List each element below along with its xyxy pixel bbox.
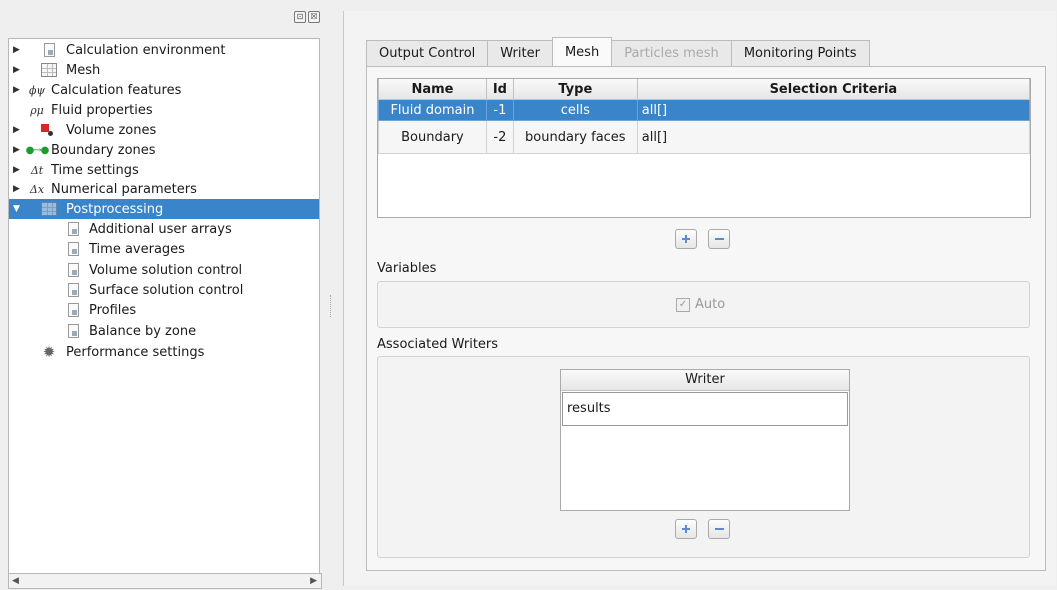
- tree-item-label: Balance by zone: [89, 323, 197, 339]
- tree-item-boundary-zones[interactable]: ▶ ●→● Boundary zones: [9, 140, 319, 160]
- expand-arrow-icon[interactable]: ▶: [13, 184, 23, 194]
- cell-type[interactable]: boundary faces: [512, 120, 638, 154]
- dock-title-buttons: ⊡ ☒: [294, 11, 320, 23]
- tree-item-label: Mesh: [66, 62, 101, 78]
- tree-horizontal-scrollbar[interactable]: ◀ ▶: [8, 573, 322, 589]
- tree-item-label: Time settings: [51, 162, 139, 178]
- delta-t-icon: Δt: [30, 163, 44, 177]
- document-icon: [65, 282, 81, 298]
- remove-writer-button[interactable]: [708, 519, 730, 539]
- checkbox-check-icon: ✓: [676, 297, 690, 312]
- volume-zones-icon: [39, 122, 55, 138]
- associated-writers-label: Associated Writers: [377, 337, 499, 352]
- postprocessing-icon: [41, 201, 57, 217]
- splitter-handle[interactable]: [330, 295, 333, 317]
- tree-item-surface-solution-control[interactable]: Surface solution control: [9, 280, 319, 300]
- document-icon: [65, 302, 81, 318]
- dock-float-button[interactable]: ⊡: [294, 11, 306, 23]
- tree-item-numerical-parameters[interactable]: ▶ Δx Numerical parameters: [9, 179, 319, 199]
- table-header-row: Name Id Type Selection Criteria: [378, 79, 1030, 100]
- tree-item-label: Additional user arrays: [89, 221, 232, 237]
- auto-checkbox: ✓ Auto: [676, 297, 725, 312]
- table-row[interactable]: results: [562, 392, 848, 426]
- expand-arrow-icon[interactable]: ▶: [13, 145, 23, 155]
- cell-type[interactable]: cells: [512, 99, 638, 121]
- tree-item-label: Fluid properties: [51, 102, 153, 118]
- tree-item-calculation-environment[interactable]: ▶ Calculation environment: [9, 40, 319, 60]
- column-header-id[interactable]: Id: [485, 79, 514, 100]
- add-mesh-button[interactable]: [675, 229, 697, 249]
- cell-id[interactable]: -1: [485, 99, 514, 121]
- cell-selection-criteria[interactable]: all[]: [636, 99, 1030, 121]
- navigation-tree: ▶ Calculation environment ▶ Mesh ▶ ϕψ Ca…: [8, 38, 320, 586]
- gear-icon: ✹: [42, 343, 56, 361]
- document-icon: [65, 262, 81, 278]
- tree-item-label: Boundary zones: [51, 142, 156, 158]
- tree-item-performance-settings[interactable]: ✹ Performance settings: [9, 342, 319, 362]
- tree-item-time-settings[interactable]: ▶ Δt Time settings: [9, 160, 319, 180]
- cell-id[interactable]: -2: [485, 120, 514, 154]
- column-header-writer[interactable]: Writer: [561, 370, 849, 391]
- tab-mesh[interactable]: Mesh: [551, 37, 613, 66]
- document-icon: [41, 42, 57, 58]
- tab-bar: Output Control Writer Mesh Particles mes…: [366, 37, 870, 66]
- expand-arrow-icon[interactable]: ▶: [13, 85, 23, 95]
- delta-x-icon: Δx: [29, 182, 45, 196]
- auto-label: Auto: [695, 297, 726, 312]
- phi-psi-icon: ϕψ: [28, 83, 46, 97]
- writers-table: Writer results: [560, 369, 850, 511]
- tree-item-volume-zones[interactable]: ▶ Volume zones: [9, 120, 319, 140]
- scroll-right-icon[interactable]: ▶: [310, 574, 317, 588]
- document-icon: [65, 241, 81, 257]
- tab-writer[interactable]: Writer: [487, 40, 553, 66]
- tree-item-calculation-features[interactable]: ▶ ϕψ Calculation features: [9, 80, 319, 100]
- cell-name[interactable]: Fluid domain: [378, 99, 487, 121]
- tree-item-additional-user-arrays[interactable]: Additional user arrays: [9, 219, 319, 239]
- expand-arrow-icon[interactable]: ▶: [13, 125, 23, 135]
- tree-item-postprocessing[interactable]: ▼ Postprocessing: [9, 199, 319, 219]
- tree-item-label: Time averages: [89, 241, 185, 257]
- table-row[interactable]: Boundary -2 boundary faces all[]: [378, 120, 1030, 154]
- mesh-table: Name Id Type Selection Criteria Fluid do…: [377, 78, 1031, 218]
- variables-label: Variables: [377, 261, 437, 276]
- column-header-name[interactable]: Name: [378, 79, 487, 100]
- tree-item-label: Calculation environment: [66, 42, 226, 58]
- remove-mesh-button[interactable]: [708, 229, 730, 249]
- tree-item-balance-by-zone[interactable]: Balance by zone: [9, 321, 319, 341]
- tree-item-volume-solution-control[interactable]: Volume solution control: [9, 260, 319, 280]
- grid-icon: [41, 62, 57, 78]
- tree-item-fluid-properties[interactable]: ρμ Fluid properties: [9, 100, 319, 120]
- tree-item-label: Volume solution control: [89, 262, 243, 278]
- tree-item-time-averages[interactable]: Time averages: [9, 239, 319, 259]
- tree-item-label: Profiles: [89, 302, 137, 318]
- tree-item-mesh[interactable]: ▶ Mesh: [9, 60, 319, 80]
- tree-item-profiles[interactable]: Profiles: [9, 300, 319, 320]
- tree-item-label: Performance settings: [66, 344, 205, 360]
- document-icon: [65, 221, 81, 237]
- collapse-arrow-icon[interactable]: ▼: [13, 204, 23, 214]
- tree-item-label: Surface solution control: [89, 282, 244, 298]
- tab-particles-mesh: Particles mesh: [611, 40, 732, 66]
- dock-close-button[interactable]: ☒: [308, 11, 320, 23]
- column-header-type[interactable]: Type: [512, 79, 638, 100]
- cell-selection-criteria[interactable]: all[]: [636, 120, 1030, 154]
- tab-monitoring-points[interactable]: Monitoring Points: [730, 40, 870, 66]
- column-header-selection-criteria[interactable]: Selection Criteria: [636, 79, 1030, 100]
- cell-name[interactable]: Boundary: [378, 120, 487, 154]
- document-icon: [65, 323, 81, 339]
- tree-item-label: Calculation features: [51, 82, 182, 98]
- expand-arrow-icon[interactable]: ▶: [13, 45, 23, 55]
- table-row[interactable]: Fluid domain -1 cells all[]: [378, 99, 1030, 121]
- tree-item-label: Volume zones: [66, 122, 157, 138]
- scroll-left-icon[interactable]: ◀: [12, 574, 19, 588]
- add-writer-button[interactable]: [675, 519, 697, 539]
- expand-arrow-icon[interactable]: ▶: [13, 65, 23, 75]
- tree-item-label: Numerical parameters: [51, 181, 197, 197]
- expand-arrow-icon[interactable]: ▶: [13, 165, 23, 175]
- rho-mu-icon: ρμ: [30, 103, 44, 117]
- tree-item-label: Postprocessing: [66, 201, 164, 217]
- tab-output-control[interactable]: Output Control: [366, 40, 489, 66]
- boundary-zones-icon: ●→●: [25, 144, 50, 156]
